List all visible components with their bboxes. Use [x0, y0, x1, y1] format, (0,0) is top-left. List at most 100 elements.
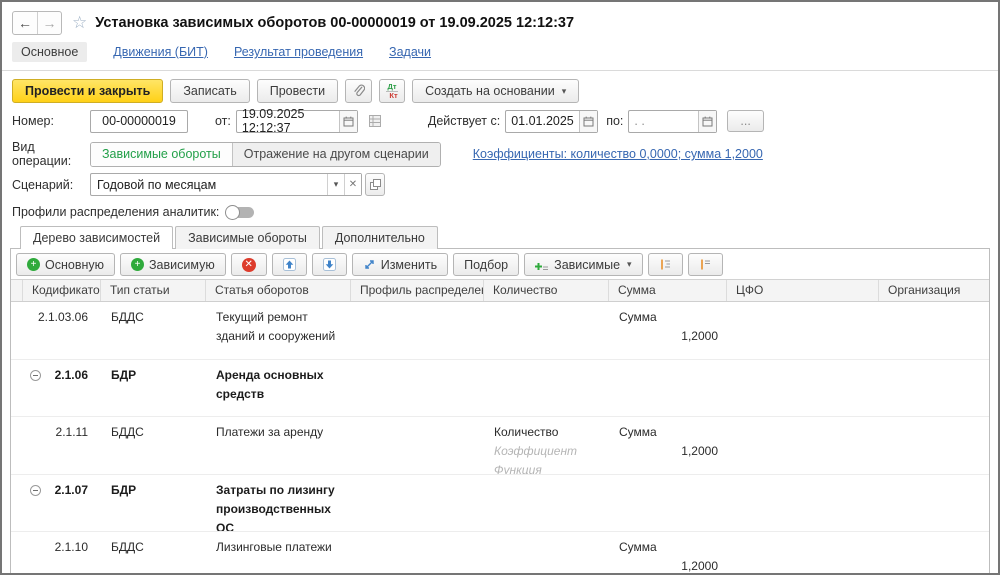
header-cell-article-type[interactable]: Тип статьи	[101, 280, 206, 301]
tree-collapse-icon[interactable]	[30, 485, 41, 496]
table-row[interactable]: 2.1.03.06БДДСТекущий ремонт зданий и соо…	[11, 302, 989, 360]
combo-dropdown-button[interactable]: ▾	[327, 174, 344, 195]
organization-cell	[879, 302, 989, 359]
sum-cell: Сумма1,2000	[609, 532, 727, 575]
nav-link-tasks[interactable]: Задачи	[389, 45, 431, 59]
header-cell-sum[interactable]: Сумма	[609, 280, 727, 301]
number-label: Номер:	[12, 114, 90, 128]
dependents-menu-button[interactable]: Зависимые ▾	[524, 253, 642, 276]
operation-row: Вид операции: Зависимые обороты Отражени…	[2, 140, 998, 168]
table-row[interactable]: 2.1.06БДРАренда основных средств	[11, 360, 989, 418]
move-down-button[interactable]	[312, 253, 347, 276]
nav-link-movements[interactable]: Движения (БИТ)	[113, 45, 208, 59]
dtkt-icon: ДтКт	[386, 83, 397, 99]
distribution-profile-cell	[351, 302, 484, 359]
dtkt-button[interactable]: ДтКт	[379, 79, 405, 103]
add-dependent-button[interactable]: + Зависимую	[120, 253, 226, 276]
turnover-article-value: Аренда основных средств	[206, 360, 351, 417]
edit-button[interactable]: Изменить	[352, 253, 448, 276]
tab-additional[interactable]: Дополнительно	[322, 226, 438, 249]
number-input[interactable]: 00-00000019	[90, 110, 188, 133]
move-up-button[interactable]	[272, 253, 307, 276]
turnover-article-value: Текущий ремонт зданий и сооружений	[206, 302, 351, 359]
sum-cell: Сумма1,2000	[609, 417, 727, 474]
cfo-cell	[727, 302, 879, 359]
tree-collapse-icon[interactable]	[30, 370, 41, 381]
sum-cell	[609, 360, 727, 417]
quantity-placeholder: Коэффициент	[494, 442, 603, 461]
quantity-cell	[484, 360, 609, 417]
calendar-icon[interactable]	[698, 111, 716, 132]
pick-button[interactable]: Подбор	[453, 253, 519, 276]
table-row[interactable]: 2.1.07БДРЗатраты по лизингу производстве…	[11, 475, 989, 533]
distribution-profile-cell	[351, 417, 484, 474]
header-cell-organization[interactable]: Организация	[879, 280, 989, 301]
tree-expand-levels-icon	[659, 258, 672, 271]
attachments-button[interactable]	[345, 79, 372, 103]
header-cell-distribution-profile[interactable]: Профиль распределения	[351, 280, 484, 301]
organization-cell	[879, 532, 989, 575]
quantity-cell	[484, 475, 609, 532]
table-toolbar: + Основную + Зависимую ✕	[11, 249, 989, 279]
article-type-value: БДДС	[101, 532, 206, 575]
table-row[interactable]: 2.1.11БДДСПлатежи за арендуКоличествоКоэ…	[11, 417, 989, 475]
nav-item-main[interactable]: Основное	[12, 42, 87, 62]
codifier-value: 2.1.10	[55, 540, 88, 554]
quantity-label: Количество	[494, 423, 603, 442]
distribution-profile-cell	[351, 532, 484, 575]
titlebar: ← → ☆ Установка зависимых оборотов 00-00…	[12, 10, 998, 36]
distribution-profile-cell	[351, 360, 484, 417]
header-cell-quantity[interactable]: Количество	[484, 280, 609, 301]
tab-dependency-tree[interactable]: Дерево зависимостей	[20, 226, 173, 249]
combo-open-button[interactable]	[365, 173, 385, 196]
date-input[interactable]: 19.09.2025 12:12:37	[236, 110, 358, 133]
favorite-star-icon[interactable]: ☆	[72, 13, 87, 33]
cfo-cell	[727, 417, 879, 474]
tab-dependent-turnovers[interactable]: Зависимые обороты	[175, 226, 320, 249]
valid-from-input[interactable]: 01.01.2025	[505, 110, 598, 133]
open-form-icon	[370, 179, 381, 190]
calendar-icon[interactable]	[339, 111, 357, 132]
expand-levels-button[interactable]	[648, 253, 683, 276]
operation-label: Вид операции:	[12, 140, 90, 168]
scenario-combobox[interactable]: Годовой по месяцам ▾ ✕	[90, 173, 362, 196]
combo-clear-button[interactable]: ✕	[344, 174, 361, 195]
scenario-row: Сценарий: Годовой по месяцам ▾ ✕	[2, 173, 998, 196]
calendar-icon[interactable]	[579, 111, 597, 132]
header-cell-codifier[interactable]: Кодификатор	[23, 280, 101, 301]
codifier-cell: 2.1.11	[23, 417, 101, 474]
profiles-toggle[interactable]	[225, 205, 254, 220]
document-fields-row: Номер: 00-00000019 от: 19.09.2025 12:12:…	[2, 109, 998, 133]
create-based-on-button[interactable]: Создать на основании ▾	[412, 79, 579, 103]
operation-option-dependent-turnovers[interactable]: Зависимые обороты	[91, 143, 232, 166]
cfo-cell	[727, 475, 879, 532]
forward-button[interactable]: →	[37, 12, 61, 34]
delete-button[interactable]: ✕	[231, 253, 267, 276]
valid-to-input[interactable]: . .	[628, 110, 717, 133]
history-nav: ← →	[12, 11, 62, 35]
header-cell-turnover-article[interactable]: Статья оборотов	[206, 280, 351, 301]
add-main-button[interactable]: + Основную	[16, 253, 115, 276]
back-button[interactable]: ←	[13, 12, 37, 34]
edit-arrows-icon	[363, 258, 376, 271]
article-type-value: БДДС	[101, 302, 206, 359]
grid-icon	[369, 115, 381, 127]
codifier-cell: 2.1.07	[23, 475, 101, 532]
article-type-value: БДДС	[101, 417, 206, 474]
table-row[interactable]: 2.1.10БДДСЛизинговые платежиСумма1,2000	[11, 532, 989, 575]
operation-option-other-scenario[interactable]: Отражение на другом сценарии	[232, 143, 440, 166]
codifier-cell: 2.1.06	[23, 360, 101, 417]
post-and-close-button[interactable]: Провести и закрыть	[12, 79, 163, 103]
open-list-button[interactable]	[366, 111, 384, 131]
post-button[interactable]: Провести	[257, 79, 338, 103]
write-button[interactable]: Записать	[170, 79, 249, 103]
article-type-value: БДР	[101, 475, 206, 532]
header-cell-cfo[interactable]: ЦФО	[727, 280, 879, 301]
arrow-up-icon	[283, 258, 296, 271]
more-button[interactable]: ...	[727, 110, 763, 132]
nav-link-posting-result[interactable]: Результат проведения	[234, 45, 363, 59]
coefficients-link[interactable]: Коэффициенты: количество 0,0000; сумма 1…	[473, 147, 763, 161]
codifier-value: 2.1.06	[55, 368, 88, 382]
codifier-cell: 2.1.10	[23, 532, 101, 575]
collapse-levels-button[interactable]	[688, 253, 723, 276]
